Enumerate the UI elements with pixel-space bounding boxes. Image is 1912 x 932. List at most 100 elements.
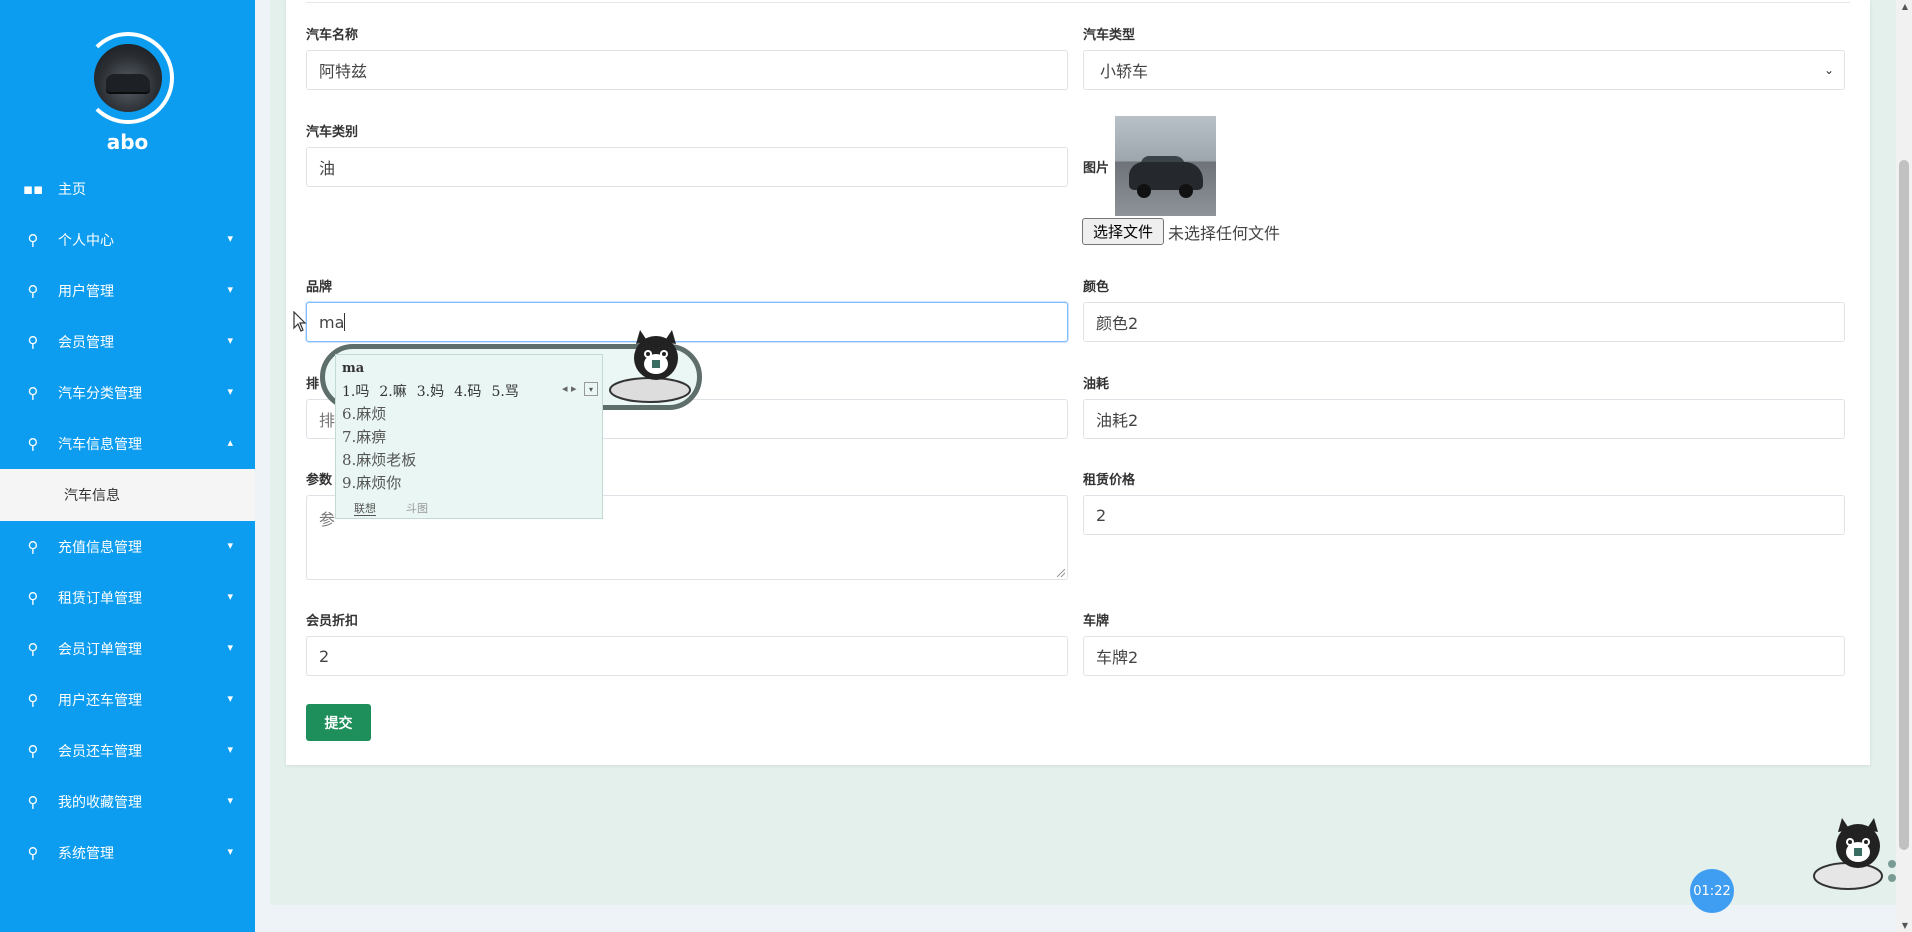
chevron-down-icon: ⌄ [1823, 63, 1834, 77]
ime-candidate[interactable]: 9.麻烦你 [342, 472, 416, 495]
scroll-thumb[interactable] [1899, 160, 1909, 850]
car-type-label: 汽车类型 [1083, 28, 1136, 43]
ime-candidate[interactable]: 4.码 [454, 384, 481, 400]
stethoscope-icon: ⚲ [27, 230, 39, 249]
sidebar-item-member-return[interactable]: ⚲ 会员还车管理 ▾ [0, 725, 255, 776]
ime-candidate[interactable]: 6.麻烦 [342, 403, 416, 426]
chevron-up-icon: ▴ [227, 436, 233, 449]
stethoscope-icon: ⚲ [27, 741, 39, 760]
sidebar-subitem-car-info[interactable]: 汽车信息 [0, 469, 255, 521]
sidebar-item-label: 充值信息管理 [58, 539, 142, 556]
username: abo [106, 130, 149, 154]
sidebar-item-home[interactable]: ▪▪ 主页 [0, 163, 255, 214]
sidebar-item-user-return[interactable]: ⚲ 用户还车管理 ▾ [0, 674, 255, 725]
scroll-down-icon[interactable]: ▼ [1902, 921, 1908, 930]
car-type-select[interactable]: 小轿车 ⌄ [1083, 50, 1845, 90]
chevron-down-icon: ▾ [227, 283, 233, 296]
color-input[interactable]: 颜色2 [1083, 302, 1845, 342]
sidebar-item-recharge[interactable]: ⚲ 充值信息管理 ▾ [0, 521, 255, 572]
page-scrollbar[interactable]: ▲ ▼ [1896, 0, 1912, 932]
chevron-down-icon: ▾ [227, 232, 233, 245]
floating-mascot-icon[interactable] [1808, 818, 1896, 894]
fuel-label: 油耗 [1083, 377, 1110, 392]
sidebar-item-label: 我的收藏管理 [58, 794, 142, 811]
rent-price-label: 租赁价格 [1083, 473, 1136, 488]
sidebar-item-label: 用户还车管理 [58, 692, 142, 709]
sidebar-item-label: 会员还车管理 [58, 743, 142, 760]
sidebar-item-label: 汽车信息管理 [58, 436, 142, 453]
params-value: 参 [319, 510, 336, 529]
avatar[interactable] [94, 44, 162, 112]
sidebar-nav: ▪▪ 主页 ⚲ 个人中心 ▾ ⚲ 用户管理 ▾ ⚲ 会员管理 ▾ ⚲ 汽车分类管… [0, 163, 255, 878]
chevron-down-icon: ▾ [227, 334, 233, 347]
chevron-down-icon: ▾ [227, 539, 233, 552]
sidebar-item-member-orders[interactable]: ⚲ 会员订单管理 ▾ [0, 623, 255, 674]
sidebar: abo ▪▪ 主页 ⚲ 个人中心 ▾ ⚲ 用户管理 ▾ ⚲ 会员管理 ▾ ⚲ 汽… [0, 0, 255, 932]
car-category-input[interactable]: 油 [306, 147, 1068, 187]
chevron-down-icon: ▾ [227, 641, 233, 654]
ime-candidate[interactable]: 5.骂 [491, 384, 518, 400]
chevron-down-icon: ▾ [227, 743, 233, 756]
stethoscope-icon: ⚲ [27, 332, 39, 351]
sidebar-item-car-info[interactable]: ⚲ 汽车信息管理 ▴ [0, 418, 255, 469]
rent-price-input[interactable]: 2 [1083, 495, 1845, 535]
ime-candidate[interactable]: 3.妈 [417, 384, 444, 400]
stethoscope-icon: ⚲ [27, 639, 39, 658]
ime-tab-association[interactable]: 联想 [354, 502, 376, 516]
sidebar-item-label: 会员订单管理 [58, 641, 142, 658]
sidebar-item-label: 用户管理 [58, 283, 114, 300]
ime-candidate-panel: ma 1.吗 2.嘛 3.妈 4.码 5.骂 ◂ ▸ ▾ 6.麻烦 7.麻痹 8.麻烦老… [335, 354, 603, 519]
plate-input[interactable]: 车牌2 [1083, 636, 1845, 676]
ime-candidate-row: 1.吗 2.嘛 3.妈 4.码 5.骂 [342, 381, 529, 401]
ime-tabs: 联想 斗图 [354, 500, 458, 516]
ime-candidate[interactable]: 2.嘛 [379, 384, 406, 400]
sidebar-item-label: 主页 [58, 181, 86, 198]
brand-label: 品牌 [306, 280, 333, 295]
fuel-input[interactable]: 油耗2 [1083, 399, 1845, 439]
dashboard-icon: ▪▪ [22, 179, 44, 198]
image-label: 图片 [1083, 161, 1110, 176]
ime-candidate[interactable]: 8.麻烦老板 [342, 449, 416, 472]
ime-page-arrows-icon[interactable]: ◂ ▸ [562, 382, 577, 395]
timer-badge[interactable]: 01:22 [1690, 869, 1734, 913]
sidebar-item-label: 个人中心 [58, 232, 114, 249]
car-name-input[interactable]: 阿特兹 [306, 50, 1068, 90]
ime-mascot-icon [609, 330, 691, 403]
file-status: 未选择任何文件 [1168, 224, 1281, 243]
mouse-cursor-icon [293, 311, 307, 332]
stethoscope-icon: ⚲ [27, 383, 39, 402]
member-discount-input[interactable]: 2 [306, 636, 1068, 676]
chevron-down-icon: ▾ [227, 385, 233, 398]
sidebar-item-member-management[interactable]: ⚲ 会员管理 ▾ [0, 316, 255, 367]
sidebar-item-label: 会员管理 [58, 334, 114, 351]
scroll-up-icon[interactable]: ▲ [1902, 2, 1908, 11]
ime-tab-sticker[interactable]: 斗图 [406, 502, 428, 515]
ime-candidate[interactable]: 7.麻痹 [342, 426, 416, 449]
brand-value: ma [319, 312, 345, 332]
ime-candidate[interactable]: 1.吗 [342, 384, 369, 400]
car-image-preview [1115, 116, 1216, 216]
ime-composition: ma [342, 361, 365, 376]
sidebar-item-label: 系统管理 [58, 845, 114, 862]
chevron-down-icon: ▾ [227, 692, 233, 705]
resize-handle[interactable] [1057, 569, 1065, 577]
sidebar-item-label: 租赁订单管理 [58, 590, 142, 607]
stethoscope-icon: ⚲ [27, 843, 39, 862]
stethoscope-icon: ⚲ [27, 792, 39, 811]
sidebar-item-car-category[interactable]: ⚲ 汽车分类管理 ▾ [0, 367, 255, 418]
car-name-label: 汽车名称 [306, 28, 359, 43]
choose-file-button[interactable]: 选择文件 [1082, 218, 1164, 245]
sidebar-item-personal-center[interactable]: ⚲ 个人中心 ▾ [0, 214, 255, 265]
ime-expand-icon[interactable]: ▾ [584, 382, 598, 396]
sidebar-item-favorites[interactable]: ⚲ 我的收藏管理 ▾ [0, 776, 255, 827]
color-label: 颜色 [1083, 280, 1110, 295]
sidebar-item-rental-orders[interactable]: ⚲ 租赁订单管理 ▾ [0, 572, 255, 623]
sidebar-item-system[interactable]: ⚲ 系统管理 ▾ [0, 827, 255, 878]
params-label: 参数 [306, 473, 333, 488]
submit-button[interactable]: 提交 [306, 704, 371, 741]
displacement-label: 排 [306, 377, 320, 392]
car-type-selected: 小轿车 [1100, 62, 1149, 81]
ime-candidate-list: 6.麻烦 7.麻痹 8.麻烦老板 9.麻烦你 [342, 403, 416, 495]
sidebar-item-user-management[interactable]: ⚲ 用户管理 ▾ [0, 265, 255, 316]
stethoscope-icon: ⚲ [27, 281, 39, 300]
